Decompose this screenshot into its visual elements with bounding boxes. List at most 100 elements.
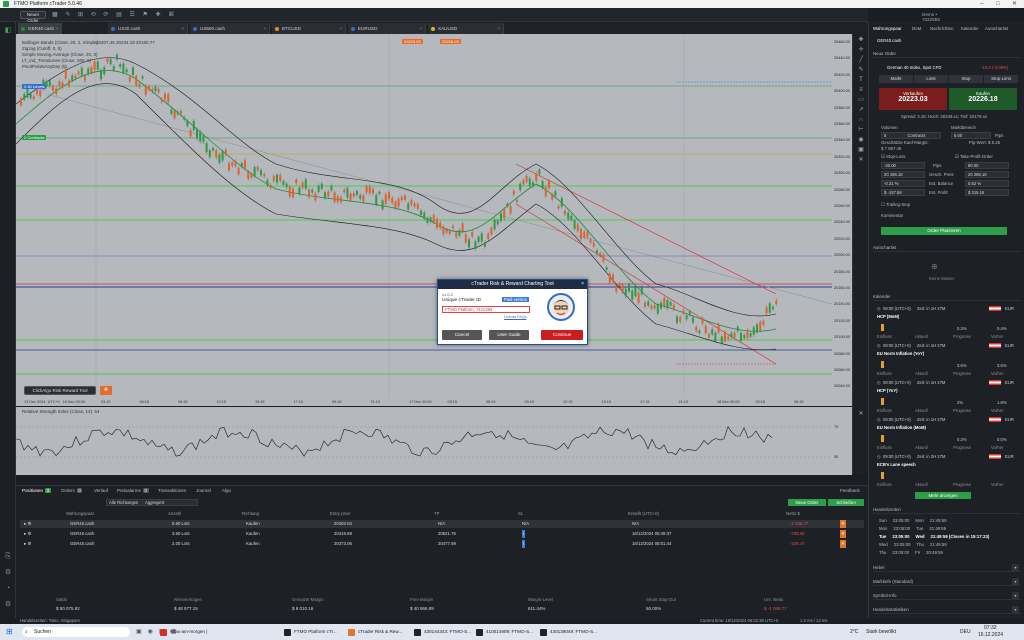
taskbar-item-mt1[interactable]: 430144343: FTMO-S... bbox=[414, 627, 471, 637]
trailing-stop-checkbox[interactable]: ☐ Trailing-Stop bbox=[881, 202, 910, 208]
sl-usd-input[interactable]: $ -157.58 bbox=[881, 189, 925, 196]
table-row[interactable]: GER40.cash 2.00 Lots Kaufen 20373.06 20477.9… bbox=[20, 540, 864, 548]
calendar-event[interactable]: ◷ 08:00 (UTC+0) Zeit: in 1H 27M HCP (YoY) EU… bbox=[877, 380, 1017, 417]
calendar-event[interactable]: ◷ 08:00 (UTC+0) Zeit: in 1H 27M EU Norm Inf… bbox=[877, 343, 1017, 380]
crosshair-icon[interactable]: ✛ bbox=[856, 46, 866, 54]
trash-icon[interactable]: ✕ bbox=[856, 156, 866, 164]
row-expand-icon[interactable]: ▸ ⚙ bbox=[24, 530, 31, 538]
tab-positions[interactable]: Positionen 3 bbox=[22, 488, 51, 493]
tab-history[interactable]: Verlauf bbox=[94, 488, 108, 493]
volume-input[interactable]: 5 Contracts bbox=[881, 132, 941, 139]
chart-canvas[interactable] bbox=[16, 34, 852, 406]
eye-icon[interactable]: ◉ bbox=[856, 136, 866, 144]
settings-icon[interactable]: ⚙ bbox=[3, 600, 13, 610]
analyze-icon[interactable]: ◔ bbox=[3, 584, 13, 594]
risk-reward-tool-button[interactable]: ClickAlgo Risk Reward Tool bbox=[24, 386, 96, 395]
table-row[interactable]: GER40.cash 5.60 Lots Kaufen 20403.04 N/A N/A N… bbox=[20, 520, 864, 528]
tp-price-input[interactable]: 20 286.18 bbox=[965, 171, 1009, 178]
tab-autochartist[interactable]: Autochartist bbox=[985, 26, 1008, 31]
section-sessions[interactable]: Handelszeiten bbox=[873, 506, 1021, 514]
place-order-button[interactable]: Order Platzieren bbox=[881, 227, 1007, 235]
tab-orders[interactable]: Orders 0 bbox=[61, 488, 83, 493]
rsi-panel[interactable]: Relative Strength Index (Close, 14): 54 … bbox=[15, 407, 852, 475]
feedback-link[interactable]: Feedback bbox=[840, 488, 860, 493]
tab-ger40[interactable]: GER40.cash × bbox=[18, 23, 62, 34]
user-guide-button[interactable]: User Guide bbox=[489, 330, 529, 340]
uid-input[interactable]: FTMO Platform, 7421393 bbox=[442, 306, 530, 313]
trade-icon[interactable]: ◧ bbox=[3, 26, 13, 36]
lock-icon[interactable]: ▣ bbox=[856, 146, 866, 154]
windows-start-icon[interactable]: ⊞ bbox=[6, 627, 16, 637]
tab-btcusd[interactable]: BTCUSD × bbox=[272, 23, 346, 34]
close-icon[interactable]: × bbox=[419, 23, 422, 34]
tab-symbol[interactable]: Wahrungspaar bbox=[873, 26, 902, 31]
taskbar-item-mt3[interactable]: 430139049: FTMO-S... bbox=[540, 627, 597, 637]
taskbar-item-mt2[interactable]: 410014909: FTMO-S... bbox=[476, 627, 533, 637]
algo-icon[interactable]: ⚙ bbox=[3, 568, 13, 578]
take-profit-checkbox[interactable]: ☑ Take-Profit-Order bbox=[955, 154, 993, 160]
dialog-close-icon[interactable]: × bbox=[581, 280, 584, 289]
close-position-icon[interactable]: ✕ bbox=[840, 520, 846, 528]
tp-usd-input[interactable]: $ 315.16 bbox=[965, 189, 1009, 196]
pips-input[interactable]: 5.00 bbox=[951, 132, 991, 139]
close-window-button[interactable]: ✕ bbox=[1012, 0, 1017, 8]
tab-price-alerts[interactable]: Preisalarme 0 bbox=[117, 488, 149, 493]
taskbar-search[interactable]: ⌕ Suchen bbox=[22, 627, 130, 637]
section-symbol-info[interactable]: Symbol-Info ▾ bbox=[873, 592, 1021, 600]
text-icon[interactable]: T bbox=[856, 76, 866, 84]
taskbar-item-ftmo[interactable]: FTMO Platform cTr... bbox=[284, 627, 337, 637]
minimize-button[interactable]: – bbox=[980, 0, 983, 8]
tab-xauusd[interactable]: XAUUSD × bbox=[428, 23, 504, 34]
maximize-button[interactable]: □ bbox=[996, 0, 1000, 8]
close-icon[interactable]: × bbox=[55, 23, 58, 34]
close-all-button[interactable]: Schließen bbox=[828, 499, 864, 506]
row-expand-icon[interactable]: ▸ ⚙ bbox=[24, 540, 31, 548]
calendar-event[interactable]: ◷ 09:00 (UTC+0) Zeit: in 2H 27M ECB's Lane … bbox=[877, 454, 1017, 491]
copy-icon[interactable]: ⎘ bbox=[3, 552, 13, 562]
aggregation-filter[interactable]: Aggregiert bbox=[142, 499, 198, 506]
stop-loss-checkbox[interactable]: ☑ Stop-Loss bbox=[881, 154, 905, 160]
sl-pips-input[interactable]: -30.00 bbox=[881, 162, 925, 169]
section-autochartist[interactable]: Autochartist bbox=[873, 244, 1021, 252]
close-icon[interactable]: × bbox=[497, 23, 500, 34]
clock-date[interactable]: 16.12.2024 bbox=[978, 632, 1003, 638]
toolbar-icons[interactable]: ▦ ✎ ⊞ ⟲ ⟳ ▤ ☰ ⚑ ✚ ⌘ bbox=[52, 11, 192, 19]
close-panel-icon[interactable]: ✕ bbox=[856, 410, 866, 418]
tp-pips-input[interactable]: 60.00 bbox=[965, 162, 1009, 169]
tab-news[interactable]: Nachrichten bbox=[930, 26, 953, 31]
language-indicator[interactable]: DEU bbox=[960, 629, 971, 635]
sell-button[interactable]: Verkaufen 20223.03 bbox=[879, 88, 947, 110]
cancel-button[interactable]: Cancel bbox=[442, 330, 482, 340]
table-row[interactable]: GER40.cash 3.60 Lots Kaufen 20419.69 20521.7… bbox=[20, 530, 864, 538]
section-leverage[interactable]: Hebel ▾ bbox=[873, 564, 1021, 572]
order-type-stop[interactable]: Stop bbox=[949, 75, 983, 83]
row-expand-icon[interactable]: ▸ ⚙ bbox=[24, 520, 31, 528]
calendar-event[interactable]: ◷ 08:00 (UTC+0) Zeit: in 1H 27M EU Norm Inf… bbox=[877, 417, 1017, 454]
license-faq-link[interactable]: License FAQs bbox=[504, 315, 526, 319]
show-more-button[interactable]: Mehr anzeigen bbox=[915, 492, 971, 499]
tab-us500[interactable]: US500.cash × bbox=[190, 23, 270, 34]
section-new-order[interactable]: Neue Order bbox=[873, 50, 1021, 58]
calendar-event[interactable]: ◷ 08:00 (UTC+0) Zeit: in 1H 27M HCP (MoM) EU… bbox=[877, 306, 1017, 343]
section-market-depth[interactable]: Marktiefe (Standard) ▾ bbox=[873, 578, 1021, 586]
shape-icon[interactable]: ▭ bbox=[856, 96, 866, 104]
tool-toggle-icon[interactable]: ✚ bbox=[100, 386, 112, 395]
new-order-button[interactable]: Neuer Order bbox=[20, 11, 46, 23]
sl-pct-input[interactable]: -0.31 % bbox=[881, 180, 925, 187]
buy-button[interactable]: Kaufen 20226.18 bbox=[949, 88, 1017, 110]
tab-algo[interactable]: Algo bbox=[222, 488, 231, 493]
close-position-icon[interactable]: ✕ bbox=[840, 540, 846, 548]
close-icon[interactable]: × bbox=[181, 23, 184, 34]
close-position-icon[interactable]: ✕ bbox=[840, 530, 846, 538]
order-type-limit[interactable]: Limit bbox=[914, 75, 948, 83]
tp-pct-input[interactable]: 0.62 % bbox=[965, 180, 1009, 187]
tab-eurusd[interactable]: EURUSD × bbox=[348, 23, 426, 34]
tab-transactions[interactable]: Transaktionen bbox=[158, 488, 186, 493]
zoom-icon[interactable]: ✚ bbox=[856, 36, 866, 44]
tab-calendar[interactable]: Kalender bbox=[961, 26, 979, 31]
pencil-icon[interactable]: ✎ bbox=[856, 66, 866, 74]
ruler-icon[interactable]: ⊢ bbox=[856, 126, 866, 134]
fib-icon[interactable]: ≡ bbox=[856, 86, 866, 94]
clock-time[interactable]: 07:32 bbox=[984, 625, 997, 631]
taskbar-item-chrome[interactable]: #dax-am-morgen | bbox=[160, 627, 207, 637]
